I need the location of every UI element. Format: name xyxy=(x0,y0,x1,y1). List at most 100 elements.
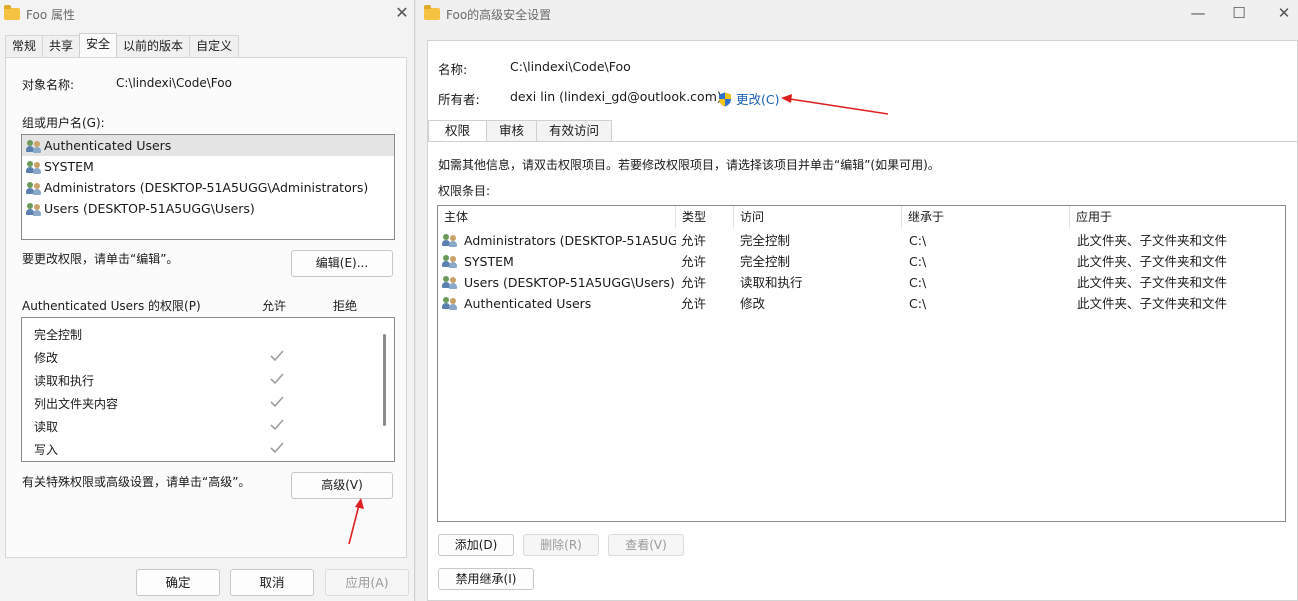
properties-window: Foo 属性 ✕ 常规 共享 安全 以前的版本 自定义 对象名称: C:\lin… xyxy=(0,0,415,601)
user-listbox[interactable]: Authenticated Users SYSTEM Administrator… xyxy=(21,134,395,240)
owner-value: dexi lin (lindexi_gd@outlook.com) xyxy=(510,89,722,104)
window-title: Foo的高级安全设置 xyxy=(446,7,552,22)
tab-customize[interactable]: 自定义 xyxy=(189,35,240,57)
folder-icon xyxy=(424,5,440,20)
remove-button[interactable]: 删除(R) xyxy=(523,534,599,556)
object-name-label: 对象名称: xyxy=(22,78,75,92)
shield-icon xyxy=(719,92,731,107)
permission-name: 完全控制 xyxy=(34,328,83,342)
column-access[interactable]: 访问 xyxy=(734,206,902,228)
users-icon xyxy=(26,181,42,195)
type-cell: 允许 xyxy=(681,275,707,290)
properties-tabs: 常规 共享 安全 以前的版本 自定义 xyxy=(5,33,240,57)
arrow-icon xyxy=(781,94,889,115)
object-name-value: C:\lindexi\Code\Foo xyxy=(116,76,232,90)
apply-button[interactable]: 应用(A) xyxy=(325,569,409,596)
users-icon xyxy=(442,275,458,289)
permission-list[interactable]: 完全控制 修改 读取和执行 列出文件夹内容 读取 写入 xyxy=(21,317,395,462)
applies-cell: 此文件夹、子文件夹和文件 xyxy=(1077,254,1228,269)
list-item[interactable]: Users (DESKTOP-51A5UGG\Users) xyxy=(22,198,394,219)
access-cell: 修改 xyxy=(740,296,766,311)
check-icon xyxy=(269,372,285,386)
access-cell: 读取和执行 xyxy=(740,275,803,290)
tab-security[interactable]: 安全 xyxy=(79,33,118,57)
change-perm-hint: 要更改权限，请单击“编辑”。 xyxy=(22,252,179,266)
advanced-content: 名称: C:\lindexi\Code\Foo 所有者: dexi lin (l… xyxy=(427,40,1298,601)
permission-name: 列出文件夹内容 xyxy=(34,397,119,411)
ok-button[interactable]: 确定 xyxy=(136,569,220,596)
permission-name: 读取和执行 xyxy=(34,374,95,388)
arrow-icon xyxy=(348,498,364,545)
column-type[interactable]: 类型 xyxy=(676,206,734,228)
window-title: Foo 属性 xyxy=(26,7,75,22)
table-row[interactable]: Administrators (DESKTOP-51A5UG... 允许 完全控… xyxy=(438,230,1285,251)
info-text: 如需其他信息，请双击权限项目。若要修改权限项目，请选择该项目并单击“编辑”(如果… xyxy=(438,158,940,172)
view-button[interactable]: 查看(V) xyxy=(608,534,684,556)
inherited-cell: C:\ xyxy=(909,254,927,269)
tab-general[interactable]: 常规 xyxy=(5,35,44,57)
permission-name: 读取 xyxy=(34,420,59,434)
check-icon xyxy=(269,395,285,409)
type-cell: 允许 xyxy=(681,254,707,269)
column-principal[interactable]: 主体 xyxy=(438,206,676,228)
check-icon xyxy=(269,418,285,432)
users-icon xyxy=(442,233,458,247)
minimize-icon[interactable]: — xyxy=(1187,4,1209,22)
list-item[interactable]: Authenticated Users xyxy=(22,135,394,156)
check-icon xyxy=(269,349,285,363)
tab-sharing[interactable]: 共享 xyxy=(42,35,81,57)
edit-button[interactable]: 编辑(E)... xyxy=(291,250,393,277)
users-icon xyxy=(26,160,42,174)
advanced-security-window: Foo的高级安全设置 — ☐ ✕ 名称: C:\lindexi\Code\Foo… xyxy=(416,0,1298,601)
name-value: C:\lindexi\Code\Foo xyxy=(510,59,631,74)
change-owner-link[interactable]: 更改(C) xyxy=(718,89,779,108)
tab-auditing[interactable]: 审核 xyxy=(486,120,538,141)
tab-permissions[interactable]: 权限 xyxy=(428,120,488,141)
tab-divider xyxy=(428,141,1297,142)
column-applies-to[interactable]: 应用于 xyxy=(1070,206,1285,228)
perm-header: Authenticated Users 的权限(P) xyxy=(22,299,201,313)
applies-cell: 此文件夹、子文件夹和文件 xyxy=(1077,275,1228,290)
inherited-cell: C:\ xyxy=(909,296,927,311)
table-row[interactable]: Authenticated Users 允许 修改 C:\ 此文件夹、子文件夹和… xyxy=(438,293,1285,314)
column-inherited-from[interactable]: 继承于 xyxy=(902,206,1070,228)
permission-entries-table[interactable]: 主体 类型 访问 继承于 应用于 Administrators (DESKTOP… xyxy=(437,205,1286,522)
permission-name: 写入 xyxy=(34,443,59,457)
inherited-cell: C:\ xyxy=(909,233,927,248)
close-icon[interactable]: ✕ xyxy=(390,2,414,24)
security-tab-page: 对象名称: C:\lindexi\Code\Foo 组或用户名(G): Auth… xyxy=(5,57,407,558)
permission-name: 修改 xyxy=(34,351,59,365)
table-row[interactable]: SYSTEM 允许 完全控制 C:\ 此文件夹、子文件夹和文件 xyxy=(438,251,1285,272)
access-cell: 完全控制 xyxy=(740,233,791,248)
tab-previous-versions[interactable]: 以前的版本 xyxy=(116,35,191,57)
type-cell: 允许 xyxy=(681,296,707,311)
list-item[interactable]: SYSTEM xyxy=(22,156,394,177)
inherited-cell: C:\ xyxy=(909,275,927,290)
users-icon xyxy=(442,254,458,268)
principal-cell: Users (DESKTOP-51A5UGG\Users) xyxy=(442,272,676,293)
users-icon xyxy=(26,202,42,216)
deny-header: 拒绝 xyxy=(333,299,358,313)
disable-inheritance-button[interactable]: 禁用继承(I) xyxy=(438,568,534,590)
add-button[interactable]: 添加(D) xyxy=(438,534,514,556)
principal-cell: Authenticated Users xyxy=(442,293,676,314)
scrollbar[interactable] xyxy=(383,334,386,426)
properties-titlebar: Foo 属性 ✕ xyxy=(0,0,414,28)
type-cell: 允许 xyxy=(681,233,707,248)
cancel-button[interactable]: 取消 xyxy=(230,569,314,596)
check-icon xyxy=(269,441,285,455)
tab-effective-access[interactable]: 有效访问 xyxy=(536,120,613,141)
list-item[interactable]: Administrators (DESKTOP-51A5UGG\Administ… xyxy=(22,177,394,198)
principal-cell: Administrators (DESKTOP-51A5UG... xyxy=(442,230,676,251)
applies-cell: 此文件夹、子文件夹和文件 xyxy=(1077,296,1228,311)
access-cell: 完全控制 xyxy=(740,254,791,269)
advanced-tabs: 权限 审核 有效访问 xyxy=(428,120,613,141)
owner-label: 所有者: xyxy=(438,92,480,107)
close-icon[interactable]: ✕ xyxy=(1273,4,1295,22)
principal-cell: SYSTEM xyxy=(442,251,676,272)
maximize-icon[interactable]: ☐ xyxy=(1228,4,1250,22)
table-row[interactable]: Users (DESKTOP-51A5UGG\Users) 允许 读取和执行 C… xyxy=(438,272,1285,293)
name-label: 名称: xyxy=(438,62,468,77)
folder-icon xyxy=(4,5,20,20)
allow-header: 允许 xyxy=(262,299,287,313)
